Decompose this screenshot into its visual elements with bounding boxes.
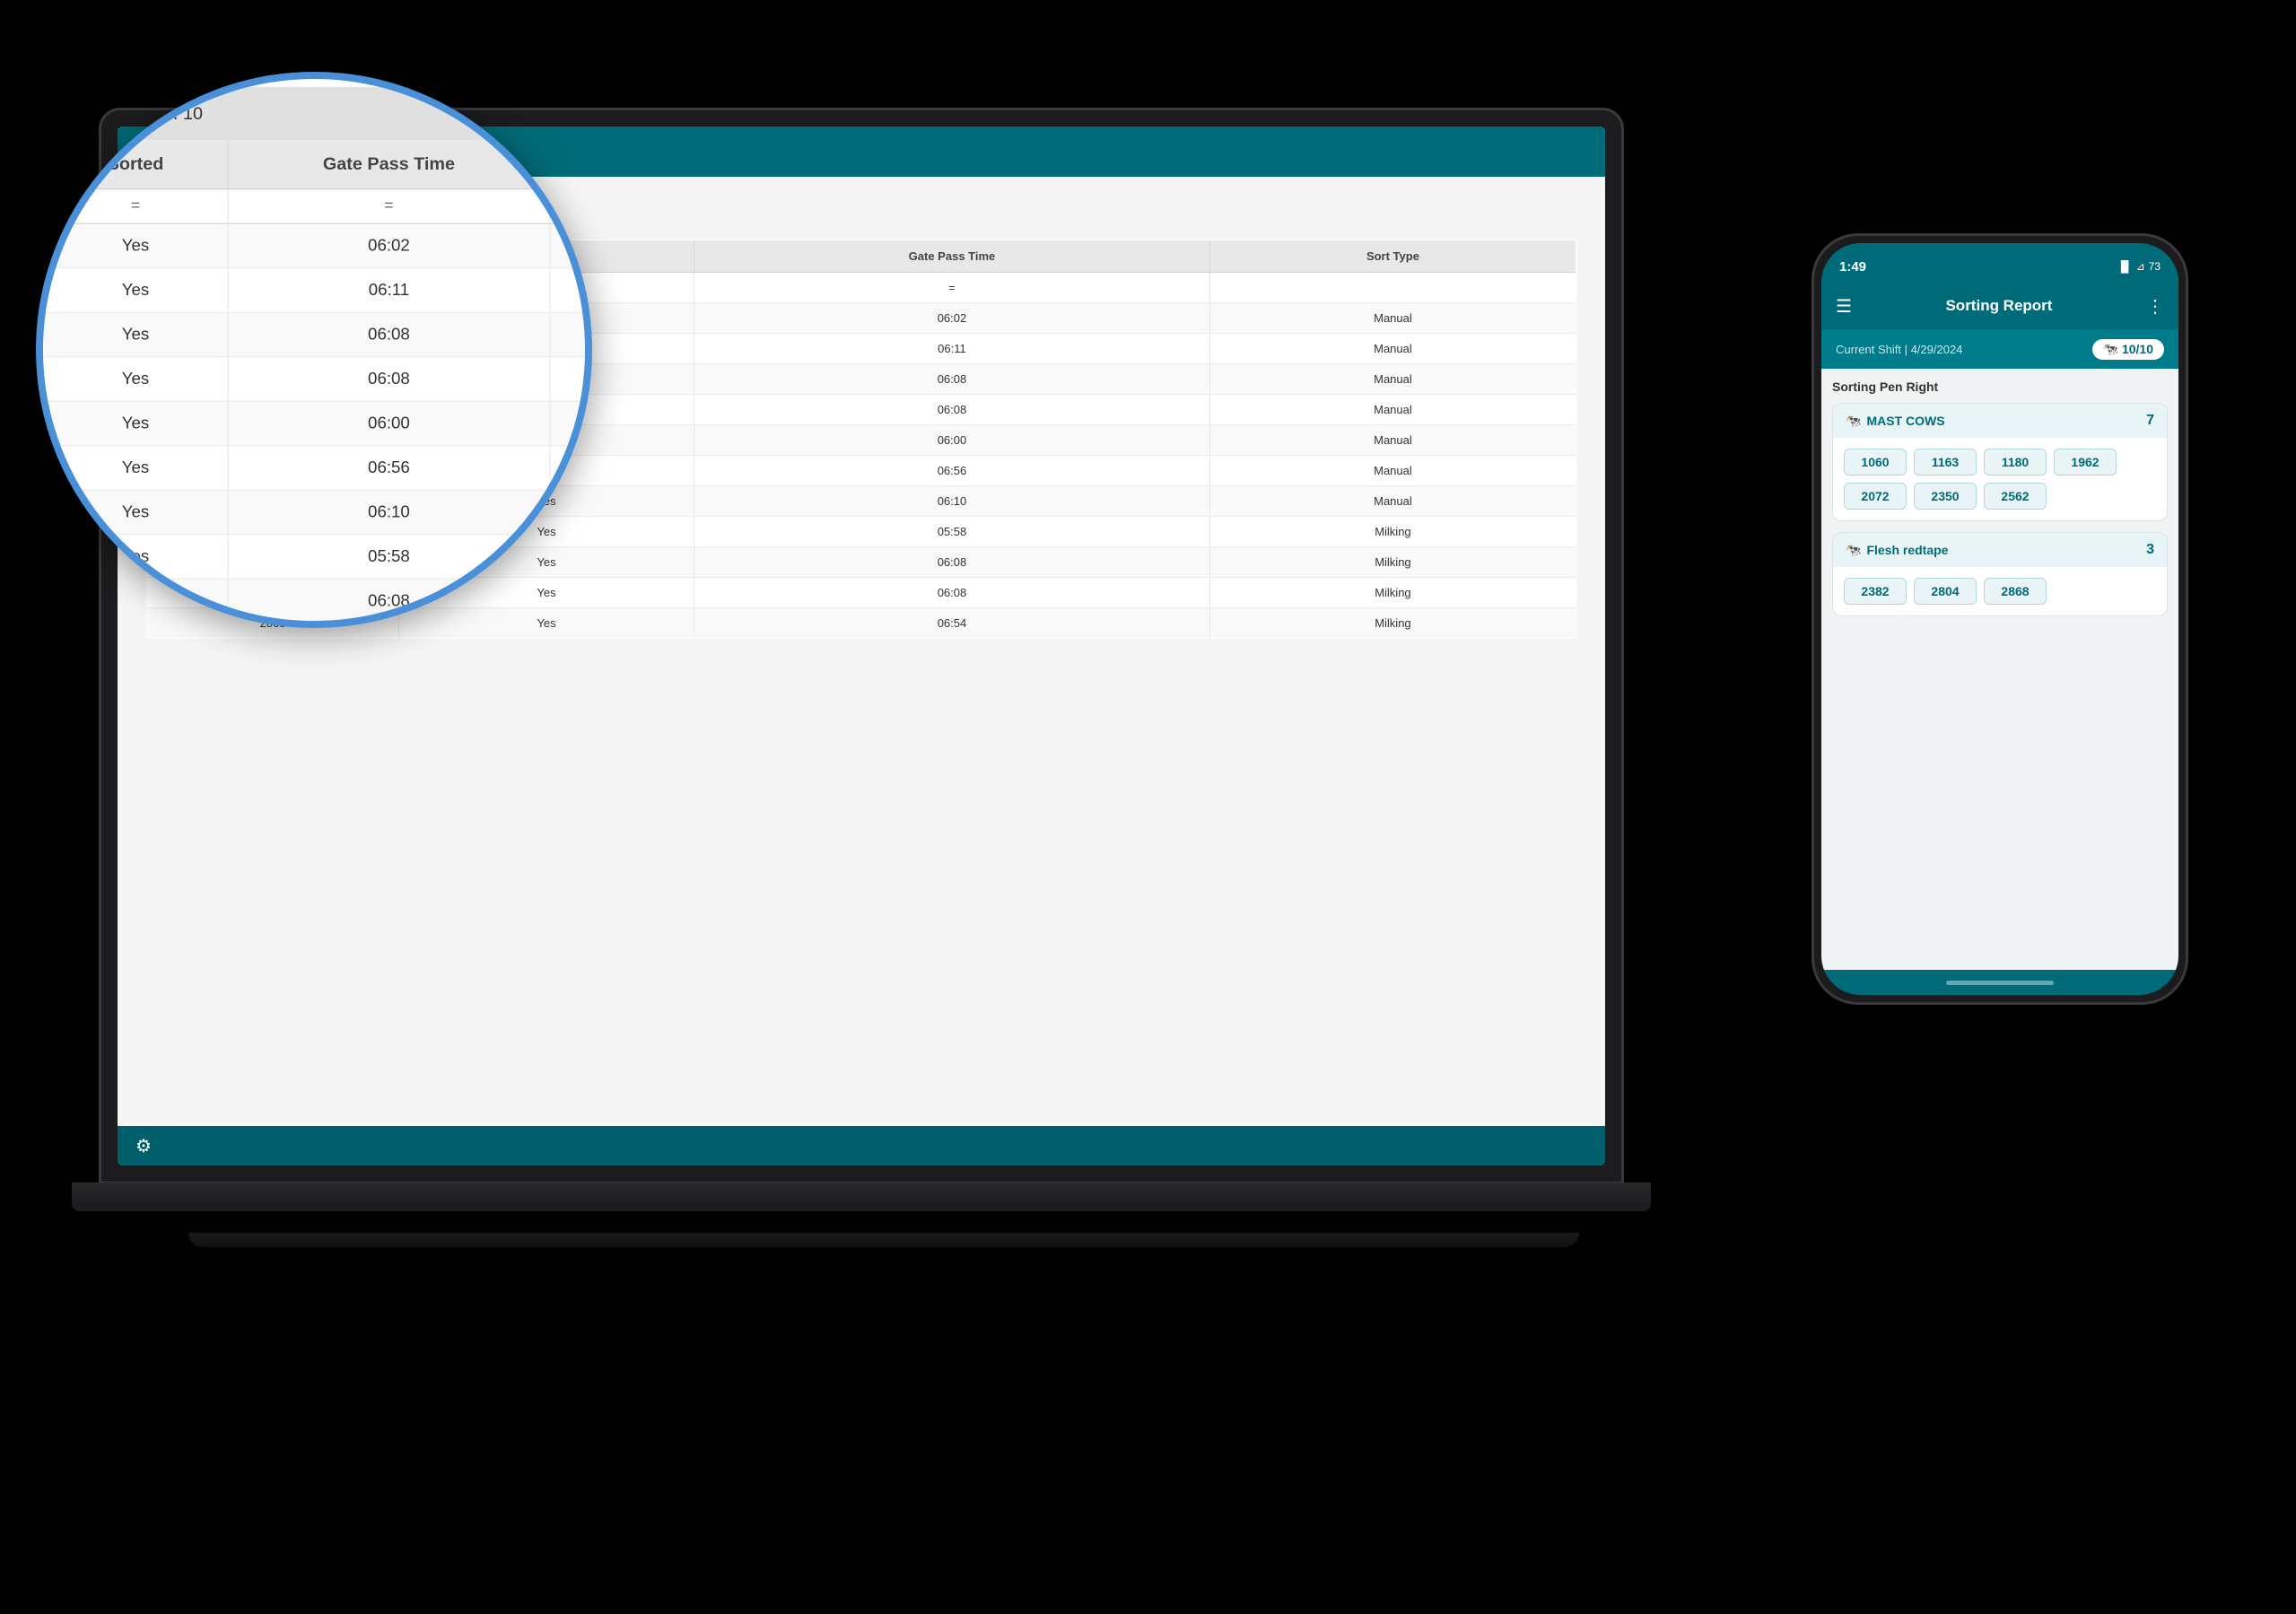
phone-signal-icons: ▐▌ ⊿ 73 bbox=[2117, 260, 2161, 273]
mag-col-gate: Gate Pass Time bbox=[229, 140, 550, 188]
tag-2072[interactable]: 2072 bbox=[1844, 483, 1907, 510]
laptop-foot bbox=[188, 1233, 1579, 1247]
mag-table-row: Yes06:11Manual bbox=[43, 268, 585, 312]
tag-2868[interactable]: 2868 bbox=[1984, 578, 2047, 605]
col-gate-pass: Gate Pass Time bbox=[694, 240, 1210, 273]
hamburger-icon[interactable]: ☰ bbox=[1836, 295, 1852, 318]
phone-group-mast-cows: 🐄 MAST COWS 7 1060 1163 1180 1962 2072 2… bbox=[1832, 403, 2168, 521]
phone: 1:49 ▐▌ ⊿ 73 ☰ Sorting Report ⋮ Current … bbox=[1811, 233, 2188, 1005]
group-count-mast-cows: 7 bbox=[2146, 413, 2154, 429]
mag-table-row: Yes06:10Manual bbox=[43, 490, 585, 535]
mag-table-row: 06:08Milking bbox=[43, 579, 585, 621]
filter-type[interactable] bbox=[1209, 273, 1576, 303]
laptop-bottom bbox=[72, 1182, 1651, 1211]
phone-statusbar: 1:49 ▐▌ ⊿ 73 bbox=[1821, 243, 2178, 283]
group-name-flesh: Flesh redtape bbox=[1866, 543, 1948, 557]
tag-grid-flesh: 2382 2804 2868 bbox=[1833, 567, 2167, 615]
mag-table-row: Yes05:58Milking bbox=[43, 535, 585, 580]
tag-grid-mast-cows: 1060 1163 1180 1962 2072 2350 2562 bbox=[1833, 438, 2167, 520]
tag-2804[interactable]: 2804 bbox=[1914, 578, 1977, 605]
mag-header: 10 🐄 out of 10 bbox=[43, 87, 585, 140]
shift-label: Current Shift | 4/29/2024 bbox=[1836, 343, 1962, 356]
tag-2350[interactable]: 2350 bbox=[1914, 483, 1977, 510]
scene: Sorting Report Sorting Report | 10 🐄 out… bbox=[0, 0, 2296, 1614]
pen-label: Sorting Pen Right bbox=[1832, 380, 2168, 394]
tag-1962[interactable]: 1962 bbox=[2054, 449, 2117, 475]
filter-gate[interactable]: = bbox=[694, 273, 1210, 303]
group-cow-icon-2: 🐄 bbox=[1846, 543, 1861, 558]
mag-filter-row: == bbox=[43, 189, 585, 224]
group-cow-icon: 🐄 bbox=[1846, 414, 1861, 429]
phone-topbar: ☰ Sorting Report ⋮ bbox=[1821, 283, 2178, 329]
magnifier-inner: 10 🐄 out of 10 Sorted Gate Pass Time bbox=[43, 79, 585, 621]
mag-table-row: Yes06:00Manual bbox=[43, 401, 585, 446]
group-name-mast-cows: MAST COWS bbox=[1866, 414, 1944, 428]
mag-col-type bbox=[549, 140, 585, 188]
mag-count-label: 10 bbox=[63, 97, 96, 130]
laptop-statusbar: ⚙ bbox=[118, 1126, 1605, 1165]
tag-1163[interactable]: 1163 bbox=[1914, 449, 1977, 475]
group-header-mast-cows: 🐄 MAST COWS 7 bbox=[1833, 404, 2167, 438]
mag-table-row: Yes06:08Manual bbox=[43, 357, 585, 402]
magnifier-content: 10 🐄 out of 10 Sorted Gate Pass Time bbox=[43, 79, 585, 621]
gear-icon[interactable]: ⚙ bbox=[135, 1135, 152, 1157]
signal-bars: ▐▌ bbox=[2117, 260, 2133, 273]
home-bar bbox=[1946, 981, 2054, 985]
magnifier-circle: 10 🐄 out of 10 Sorted Gate Pass Time bbox=[36, 72, 592, 628]
phone-time: 1:49 bbox=[1839, 259, 1866, 275]
phone-screen: 1:49 ▐▌ ⊿ 73 ☰ Sorting Report ⋮ Current … bbox=[1821, 243, 2178, 995]
count-badge: 🐄 10/10 bbox=[2092, 339, 2164, 360]
phone-body: Sorting Pen Right 🐄 MAST COWS 7 1060 116… bbox=[1821, 369, 2178, 970]
mag-table-row: Yes06:56Manual bbox=[43, 446, 585, 491]
tag-1180[interactable]: 1180 bbox=[1984, 449, 2047, 475]
home-indicator bbox=[1821, 970, 2178, 995]
count-badge-value: 10/10 bbox=[2122, 342, 2153, 356]
wifi-icon: ⊿ bbox=[2136, 260, 2145, 273]
count-badge-cow: 🐄 bbox=[2103, 342, 2118, 357]
more-icon[interactable]: ⋮ bbox=[2146, 295, 2164, 318]
phone-title: Sorting Report bbox=[1945, 297, 2052, 315]
group-count-flesh: 3 bbox=[2146, 542, 2154, 558]
mag-table-row: Yes06:08Manual bbox=[43, 312, 585, 357]
mag-col-sorted: Sorted bbox=[43, 140, 229, 188]
tag-1060[interactable]: 1060 bbox=[1844, 449, 1907, 475]
group-title-flesh-redtape: 🐄 Flesh redtape bbox=[1846, 543, 1948, 558]
battery-level: 73 bbox=[2149, 260, 2161, 273]
mag-cow: 🐄 bbox=[104, 103, 127, 124]
mag-table-row: Yes06:02Manual bbox=[43, 223, 585, 268]
magnifier-table: Sorted Gate Pass Time == Yes06:02Manual … bbox=[43, 140, 585, 621]
col-sort-type: Sort Type bbox=[1209, 240, 1576, 273]
tag-2382[interactable]: 2382 bbox=[1844, 578, 1907, 605]
group-header-flesh-redtape: 🐄 Flesh redtape 3 bbox=[1833, 533, 2167, 567]
tag-2562[interactable]: 2562 bbox=[1984, 483, 2047, 510]
mag-header-row: Sorted Gate Pass Time bbox=[43, 140, 585, 188]
mag-out-of: out of 10 bbox=[134, 103, 203, 124]
group-title-mast-cows: 🐄 MAST COWS bbox=[1846, 414, 1945, 429]
phone-subbar: Current Shift | 4/29/2024 🐄 10/10 bbox=[1821, 329, 2178, 369]
phone-group-flesh-redtape: 🐄 Flesh redtape 3 2382 2804 2868 bbox=[1832, 532, 2168, 616]
